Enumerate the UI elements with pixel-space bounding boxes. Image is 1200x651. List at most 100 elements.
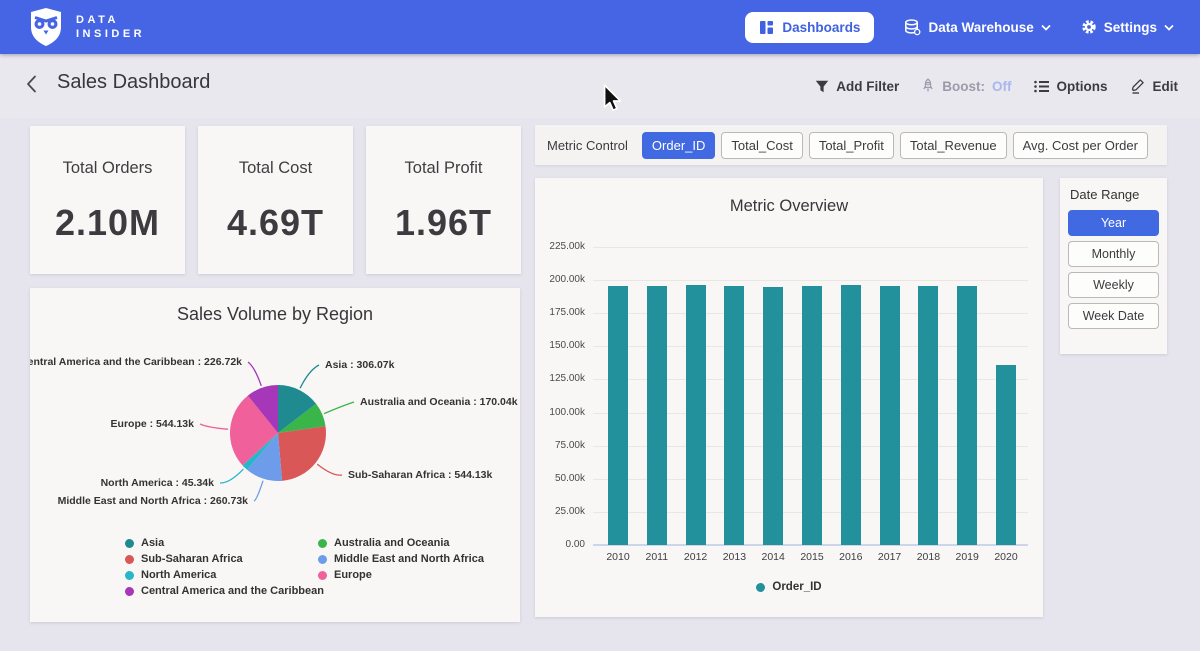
bar-chart-legend: Order_ID xyxy=(535,581,1043,593)
grid-line xyxy=(593,247,1028,248)
pie-chart-card: Sales Volume by Region Asia : 306.07kAus… xyxy=(30,288,520,622)
nav-settings-label: Settings xyxy=(1104,20,1157,35)
options-button[interactable]: Options xyxy=(1034,79,1108,94)
brand[interactable]: DATA INSIDER xyxy=(28,7,145,47)
kpi-label: Total Cost xyxy=(239,159,312,178)
legend-dot xyxy=(318,555,327,564)
legend-item-north-america: North America xyxy=(125,569,324,581)
bar-2017[interactable] xyxy=(880,286,900,545)
date-button-week-date[interactable]: Week Date xyxy=(1068,303,1159,329)
legend-item-central-america-and-the-caribbean: Central America and the Caribbean xyxy=(125,585,324,597)
bar-2020[interactable] xyxy=(996,365,1016,546)
bar-2019[interactable] xyxy=(957,286,977,545)
nav-dashboards-button[interactable]: Dashboards xyxy=(745,12,874,43)
pie-legend-column: Australia and Oceania Middle East and Nor… xyxy=(318,537,484,581)
y-tick-label: 175.00k xyxy=(539,307,585,318)
metric-control-label: Metric Control xyxy=(547,138,628,153)
x-tick-label-2018: 2018 xyxy=(908,551,948,563)
filter-funnel-icon xyxy=(815,80,829,93)
nav-dashboards-label: Dashboards xyxy=(782,20,860,35)
pie-slice-label-asia: Asia : 306.07k xyxy=(325,359,395,371)
bar-2018[interactable] xyxy=(918,286,938,545)
boost-toggle[interactable]: Boost: Off xyxy=(921,78,1011,94)
date-range-buttons: Year Monthly Weekly Week Date xyxy=(1068,210,1159,329)
y-tick-label: 0.00 xyxy=(539,539,585,550)
edit-button[interactable]: Edit xyxy=(1130,78,1179,94)
legend-label: Central America and the Caribbean xyxy=(141,585,324,597)
kpi-label: Total Profit xyxy=(405,159,483,178)
legend-dot xyxy=(125,587,134,596)
date-button-monthly[interactable]: Monthly xyxy=(1068,241,1159,267)
page-header: Sales Dashboard Add Filter Boost: Off xyxy=(0,54,1200,118)
x-tick-label-2014: 2014 xyxy=(753,551,793,563)
legend-label: Middle East and North Africa xyxy=(334,553,484,565)
x-tick-label-2013: 2013 xyxy=(714,551,754,563)
pie-slice-label-central-america-and-the-caribbean: Central America and the Caribbean : 226.… xyxy=(30,356,242,368)
date-button-weekly[interactable]: Weekly xyxy=(1068,272,1159,298)
brand-line2: INSIDER xyxy=(76,27,145,41)
legend-item-sub-saharan-africa: Sub-Saharan Africa xyxy=(125,553,324,565)
pie-slice-label-sub-saharan-africa: Sub-Saharan Africa : 544.13k xyxy=(348,469,492,481)
nav-data-warehouse[interactable]: Data Warehouse xyxy=(904,19,1050,36)
back-button[interactable] xyxy=(26,75,37,93)
navbar-menu: Dashboards Data Warehouse xyxy=(745,12,1174,43)
x-tick-label-2017: 2017 xyxy=(870,551,910,563)
kpi-value: 4.69T xyxy=(227,202,324,244)
metric-control-bar: Metric Control Order_IDTotal_Cost Total_P… xyxy=(535,125,1167,165)
pie-slice-label-middle-east-and-north-africa: Middle East and North Africa : 260.73k xyxy=(58,495,249,507)
nav-settings[interactable]: Settings xyxy=(1081,19,1174,35)
y-tick-label: 25.00k xyxy=(539,506,585,517)
metric-button-total-profit[interactable]: Total_Profit xyxy=(809,132,894,159)
pie-slice-label-australia-and-oceania: Australia and Oceania : 170.04k xyxy=(360,396,518,408)
boost-label: Boost: xyxy=(942,79,985,94)
legend-label: Europe xyxy=(334,569,372,581)
date-button-year[interactable]: Year xyxy=(1068,210,1159,236)
dashboard-grid-icon xyxy=(759,20,774,35)
pie-leader-line xyxy=(254,481,263,501)
bar-2016[interactable] xyxy=(841,285,861,545)
pie-chart: Asia : 306.07k Australia and Oceania : 17… xyxy=(30,338,520,536)
bar-2011[interactable] xyxy=(647,286,667,545)
legend-item-europe: Europe xyxy=(318,569,484,581)
y-tick-label: 100.00k xyxy=(539,407,585,418)
x-tick-label-2010: 2010 xyxy=(598,551,638,563)
pie-slice-label-north-america: North America : 45.34k xyxy=(101,477,215,489)
pie-slice-sub-saharan-africa[interactable] xyxy=(278,426,326,481)
add-filter-button[interactable]: Add Filter xyxy=(815,79,899,94)
boost-value: Off xyxy=(992,79,1012,94)
y-tick-label: 75.00k xyxy=(539,440,585,451)
kpi-label: Total Orders xyxy=(63,159,153,178)
page-title: Sales Dashboard xyxy=(57,71,210,94)
pie-leader-line xyxy=(220,469,243,483)
legend-dot xyxy=(318,571,327,580)
legend-dot xyxy=(125,539,134,548)
bar-chart: 225.00k200.00k175.00k150.00k125.00k100.0… xyxy=(535,178,1043,617)
x-tick-label-2019: 2019 xyxy=(947,551,987,563)
metric-button-total-cost[interactable]: Total_Cost xyxy=(721,132,802,159)
legend-item-australia-and-oceania: Australia and Oceania xyxy=(318,537,484,549)
metric-buttons: Order_IDTotal_Cost Total_ProfitTotal_Reve… xyxy=(642,132,1148,159)
legend-label: Asia xyxy=(141,537,164,549)
y-tick-label: 125.00k xyxy=(539,373,585,384)
metric-button-order-id[interactable]: Order_ID xyxy=(642,132,715,159)
y-tick-label: 50.00k xyxy=(539,473,585,484)
bar-2014[interactable] xyxy=(763,287,783,546)
database-icon xyxy=(904,19,921,36)
options-label: Options xyxy=(1057,79,1108,94)
kpi-card-total-orders: Total Orders2.10M xyxy=(30,126,185,274)
legend-item-asia: Asia xyxy=(125,537,324,549)
metric-button-total-revenue[interactable]: Total_Revenue xyxy=(900,132,1007,159)
legend-item-order-id: Order_ID xyxy=(756,581,821,593)
pie-leader-line xyxy=(200,424,228,429)
metric-button-avg-cost-per-order[interactable]: Avg. Cost per Order xyxy=(1013,132,1148,159)
legend-label: North America xyxy=(141,569,216,581)
chevron-down-icon xyxy=(1164,24,1174,31)
bar-2012[interactable] xyxy=(686,285,706,545)
legend-item-middle-east-and-north-africa: Middle East and North Africa xyxy=(318,553,484,565)
bar-2013[interactable] xyxy=(724,286,744,545)
top-navbar: DATA INSIDER Dashboards xyxy=(0,0,1200,54)
bar-2010[interactable] xyxy=(608,286,628,545)
y-tick-label: 150.00k xyxy=(539,340,585,351)
bar-2015[interactable] xyxy=(802,286,822,545)
edit-label: Edit xyxy=(1153,79,1179,94)
